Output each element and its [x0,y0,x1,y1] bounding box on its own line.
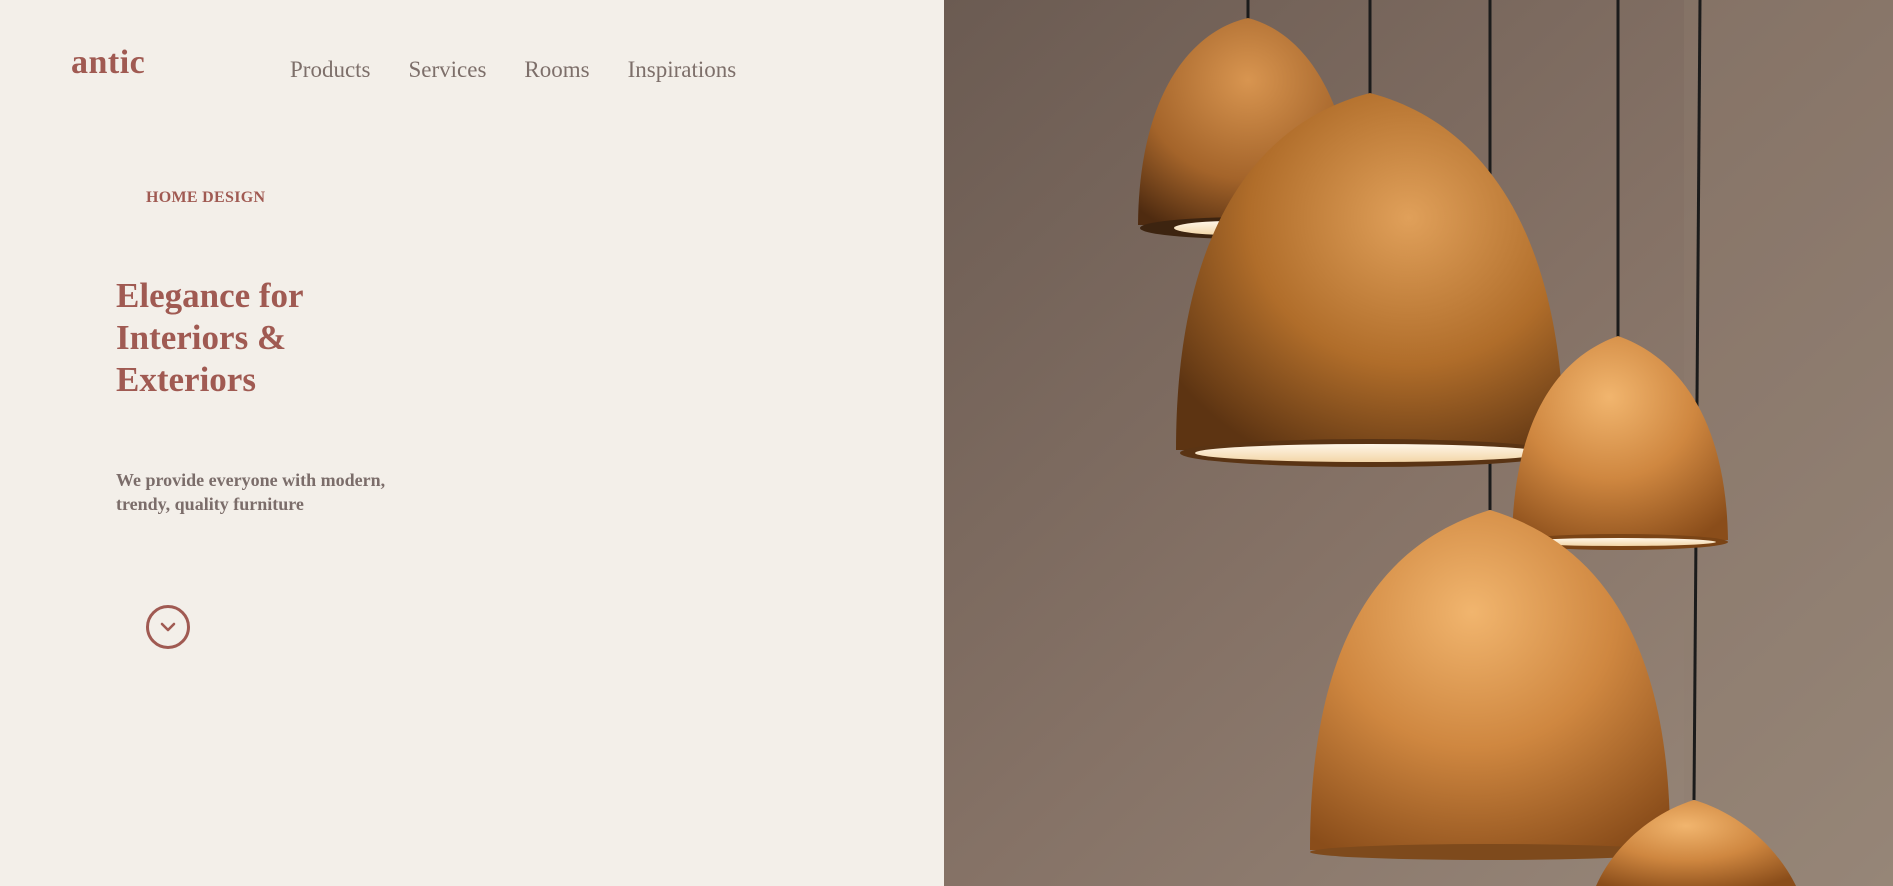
hero-subtext-line: We provide everyone with modern, [116,470,386,490]
nav-item-rooms[interactable]: Rooms [524,57,589,83]
nav-item-products[interactable]: Products [290,57,371,83]
hero-subtext-line: trendy, quality furniture [116,494,304,514]
pendant-lamps-photo [944,0,1893,886]
nav-item-inspirations[interactable]: Inspirations [628,57,737,83]
hero-headline-line: Exteriors [116,360,256,399]
chevron-down-icon [160,622,176,632]
hero-eyebrow: HOME DESIGN [146,189,266,206]
hero-headline-line: Elegance for [116,276,304,315]
brand-logo[interactable]: antic [71,44,145,82]
nav-item-services[interactable]: Services [409,57,487,83]
hero-image [944,0,1893,886]
hero-headline: Elegance for Interiors & Exteriors [116,275,304,401]
hero-subtext: We provide everyone with modern, trendy,… [116,468,385,516]
main-nav: Products Services Rooms Inspirations [290,57,736,83]
landing-page: antic Products Services Rooms Inspiratio… [0,0,1893,886]
scroll-down-button[interactable] [146,605,190,649]
hero-headline-line: Interiors & [116,318,287,357]
hero-left-panel: antic Products Services Rooms Inspiratio… [0,0,944,886]
